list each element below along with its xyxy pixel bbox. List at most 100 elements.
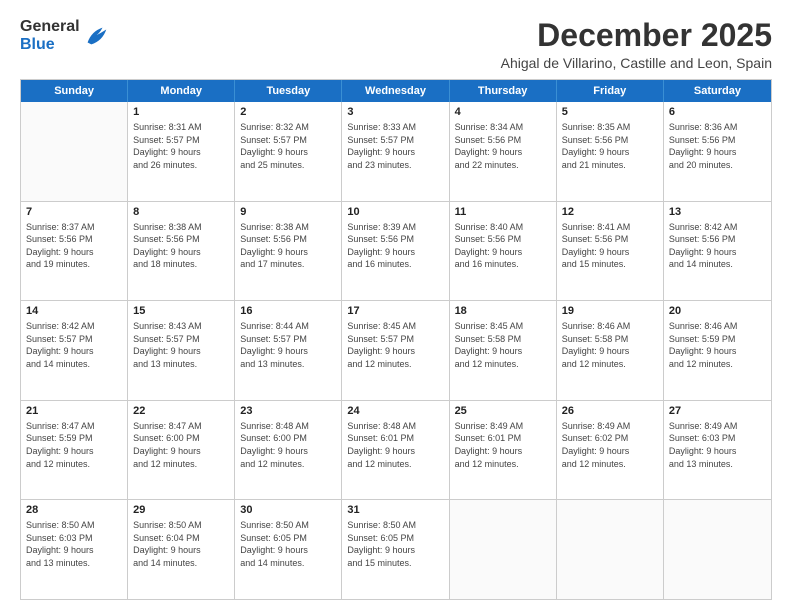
cell-date-number: 3 [347, 105, 443, 120]
cell-date-number: 8 [133, 205, 229, 220]
cal-cell: 13Sunrise: 8:42 AMSunset: 5:56 PMDayligh… [664, 202, 771, 301]
cell-date-number: 15 [133, 304, 229, 319]
cal-week-3: 14Sunrise: 8:42 AMSunset: 5:57 PMDayligh… [21, 301, 771, 401]
cell-date-number: 29 [133, 503, 229, 518]
cell-date-number: 4 [455, 105, 551, 120]
cal-cell: 8Sunrise: 8:38 AMSunset: 5:56 PMDaylight… [128, 202, 235, 301]
calendar-title: December 2025 [501, 18, 772, 53]
cal-cell: 29Sunrise: 8:50 AMSunset: 6:04 PMDayligh… [128, 500, 235, 599]
cal-week-5: 28Sunrise: 8:50 AMSunset: 6:03 PMDayligh… [21, 500, 771, 599]
cell-info-text: Sunrise: 8:45 AMSunset: 5:57 PMDaylight:… [347, 320, 443, 370]
cal-header-friday: Friday [557, 80, 664, 102]
cell-info-text: Sunrise: 8:38 AMSunset: 5:56 PMDaylight:… [133, 221, 229, 271]
cal-cell: 4Sunrise: 8:34 AMSunset: 5:56 PMDaylight… [450, 102, 557, 201]
cell-info-text: Sunrise: 8:46 AMSunset: 5:59 PMDaylight:… [669, 320, 766, 370]
cell-date-number: 30 [240, 503, 336, 518]
cal-week-4: 21Sunrise: 8:47 AMSunset: 5:59 PMDayligh… [21, 401, 771, 501]
cell-date-number: 5 [562, 105, 658, 120]
cal-cell: 2Sunrise: 8:32 AMSunset: 5:57 PMDaylight… [235, 102, 342, 201]
logo: General Blue [20, 18, 110, 53]
cal-header-saturday: Saturday [664, 80, 771, 102]
cal-cell: 22Sunrise: 8:47 AMSunset: 6:00 PMDayligh… [128, 401, 235, 500]
cal-cell: 5Sunrise: 8:35 AMSunset: 5:56 PMDaylight… [557, 102, 664, 201]
cell-info-text: Sunrise: 8:44 AMSunset: 5:57 PMDaylight:… [240, 320, 336, 370]
cal-cell: 30Sunrise: 8:50 AMSunset: 6:05 PMDayligh… [235, 500, 342, 599]
cell-info-text: Sunrise: 8:47 AMSunset: 6:00 PMDaylight:… [133, 420, 229, 470]
cell-info-text: Sunrise: 8:42 AMSunset: 5:56 PMDaylight:… [669, 221, 766, 271]
logo-blue: Blue [20, 36, 55, 53]
cell-info-text: Sunrise: 8:32 AMSunset: 5:57 PMDaylight:… [240, 121, 336, 171]
cell-date-number: 10 [347, 205, 443, 220]
cell-date-number: 18 [455, 304, 551, 319]
cell-info-text: Sunrise: 8:41 AMSunset: 5:56 PMDaylight:… [562, 221, 658, 271]
cell-date-number: 22 [133, 404, 229, 419]
cell-date-number: 13 [669, 205, 766, 220]
cal-cell: 27Sunrise: 8:49 AMSunset: 6:03 PMDayligh… [664, 401, 771, 500]
cal-cell: 25Sunrise: 8:49 AMSunset: 6:01 PMDayligh… [450, 401, 557, 500]
cell-date-number: 9 [240, 205, 336, 220]
cal-cell: 31Sunrise: 8:50 AMSunset: 6:05 PMDayligh… [342, 500, 449, 599]
title-block: December 2025 Ahigal de Villarino, Casti… [501, 18, 772, 71]
cal-header-monday: Monday [128, 80, 235, 102]
calendar-subtitle: Ahigal de Villarino, Castille and Leon, … [501, 55, 772, 71]
cell-info-text: Sunrise: 8:46 AMSunset: 5:58 PMDaylight:… [562, 320, 658, 370]
cal-cell: 19Sunrise: 8:46 AMSunset: 5:58 PMDayligh… [557, 301, 664, 400]
cal-header-wednesday: Wednesday [342, 80, 449, 102]
cal-cell: 7Sunrise: 8:37 AMSunset: 5:56 PMDaylight… [21, 202, 128, 301]
cell-info-text: Sunrise: 8:49 AMSunset: 6:03 PMDaylight:… [669, 420, 766, 470]
cell-date-number: 23 [240, 404, 336, 419]
cal-header-sunday: Sunday [21, 80, 128, 102]
cal-cell: 15Sunrise: 8:43 AMSunset: 5:57 PMDayligh… [128, 301, 235, 400]
logo-general: General [20, 18, 80, 35]
cal-cell: 9Sunrise: 8:38 AMSunset: 5:56 PMDaylight… [235, 202, 342, 301]
cell-info-text: Sunrise: 8:39 AMSunset: 5:56 PMDaylight:… [347, 221, 443, 271]
cal-cell: 10Sunrise: 8:39 AMSunset: 5:56 PMDayligh… [342, 202, 449, 301]
cell-date-number: 11 [455, 205, 551, 220]
cal-cell [450, 500, 557, 599]
cell-info-text: Sunrise: 8:50 AMSunset: 6:04 PMDaylight:… [133, 519, 229, 569]
cal-week-1: 1Sunrise: 8:31 AMSunset: 5:57 PMDaylight… [21, 102, 771, 202]
cell-date-number: 28 [26, 503, 122, 518]
cell-info-text: Sunrise: 8:50 AMSunset: 6:03 PMDaylight:… [26, 519, 122, 569]
cell-date-number: 12 [562, 205, 658, 220]
cell-info-text: Sunrise: 8:43 AMSunset: 5:57 PMDaylight:… [133, 320, 229, 370]
cell-info-text: Sunrise: 8:35 AMSunset: 5:56 PMDaylight:… [562, 121, 658, 171]
calendar-header-row: SundayMondayTuesdayWednesdayThursdayFrid… [21, 80, 771, 102]
cal-cell: 11Sunrise: 8:40 AMSunset: 5:56 PMDayligh… [450, 202, 557, 301]
cal-cell: 14Sunrise: 8:42 AMSunset: 5:57 PMDayligh… [21, 301, 128, 400]
page: General Blue December 2025 Ahigal de Vil… [0, 0, 792, 612]
cell-info-text: Sunrise: 8:38 AMSunset: 5:56 PMDaylight:… [240, 221, 336, 271]
cell-date-number: 7 [26, 205, 122, 220]
cell-date-number: 21 [26, 404, 122, 419]
header: General Blue December 2025 Ahigal de Vil… [20, 18, 772, 71]
cal-cell: 20Sunrise: 8:46 AMSunset: 5:59 PMDayligh… [664, 301, 771, 400]
cell-date-number: 31 [347, 503, 443, 518]
cal-cell: 16Sunrise: 8:44 AMSunset: 5:57 PMDayligh… [235, 301, 342, 400]
cell-info-text: Sunrise: 8:31 AMSunset: 5:57 PMDaylight:… [133, 121, 229, 171]
cal-cell: 18Sunrise: 8:45 AMSunset: 5:58 PMDayligh… [450, 301, 557, 400]
cell-info-text: Sunrise: 8:48 AMSunset: 6:00 PMDaylight:… [240, 420, 336, 470]
cal-cell: 12Sunrise: 8:41 AMSunset: 5:56 PMDayligh… [557, 202, 664, 301]
cal-cell [664, 500, 771, 599]
cell-info-text: Sunrise: 8:49 AMSunset: 6:01 PMDaylight:… [455, 420, 551, 470]
cal-week-2: 7Sunrise: 8:37 AMSunset: 5:56 PMDaylight… [21, 202, 771, 302]
cell-date-number: 16 [240, 304, 336, 319]
cal-cell: 17Sunrise: 8:45 AMSunset: 5:57 PMDayligh… [342, 301, 449, 400]
cal-cell: 23Sunrise: 8:48 AMSunset: 6:00 PMDayligh… [235, 401, 342, 500]
cell-info-text: Sunrise: 8:33 AMSunset: 5:57 PMDaylight:… [347, 121, 443, 171]
cell-date-number: 27 [669, 404, 766, 419]
cell-info-text: Sunrise: 8:45 AMSunset: 5:58 PMDaylight:… [455, 320, 551, 370]
cal-cell: 3Sunrise: 8:33 AMSunset: 5:57 PMDaylight… [342, 102, 449, 201]
cal-cell [557, 500, 664, 599]
cell-info-text: Sunrise: 8:34 AMSunset: 5:56 PMDaylight:… [455, 121, 551, 171]
calendar: SundayMondayTuesdayWednesdayThursdayFrid… [20, 79, 772, 600]
cal-cell: 26Sunrise: 8:49 AMSunset: 6:02 PMDayligh… [557, 401, 664, 500]
cell-info-text: Sunrise: 8:49 AMSunset: 6:02 PMDaylight:… [562, 420, 658, 470]
cell-date-number: 20 [669, 304, 766, 319]
cell-info-text: Sunrise: 8:42 AMSunset: 5:57 PMDaylight:… [26, 320, 122, 370]
cell-date-number: 26 [562, 404, 658, 419]
cell-date-number: 17 [347, 304, 443, 319]
cal-cell: 28Sunrise: 8:50 AMSunset: 6:03 PMDayligh… [21, 500, 128, 599]
logo-bird-icon [82, 22, 110, 50]
cal-header-tuesday: Tuesday [235, 80, 342, 102]
